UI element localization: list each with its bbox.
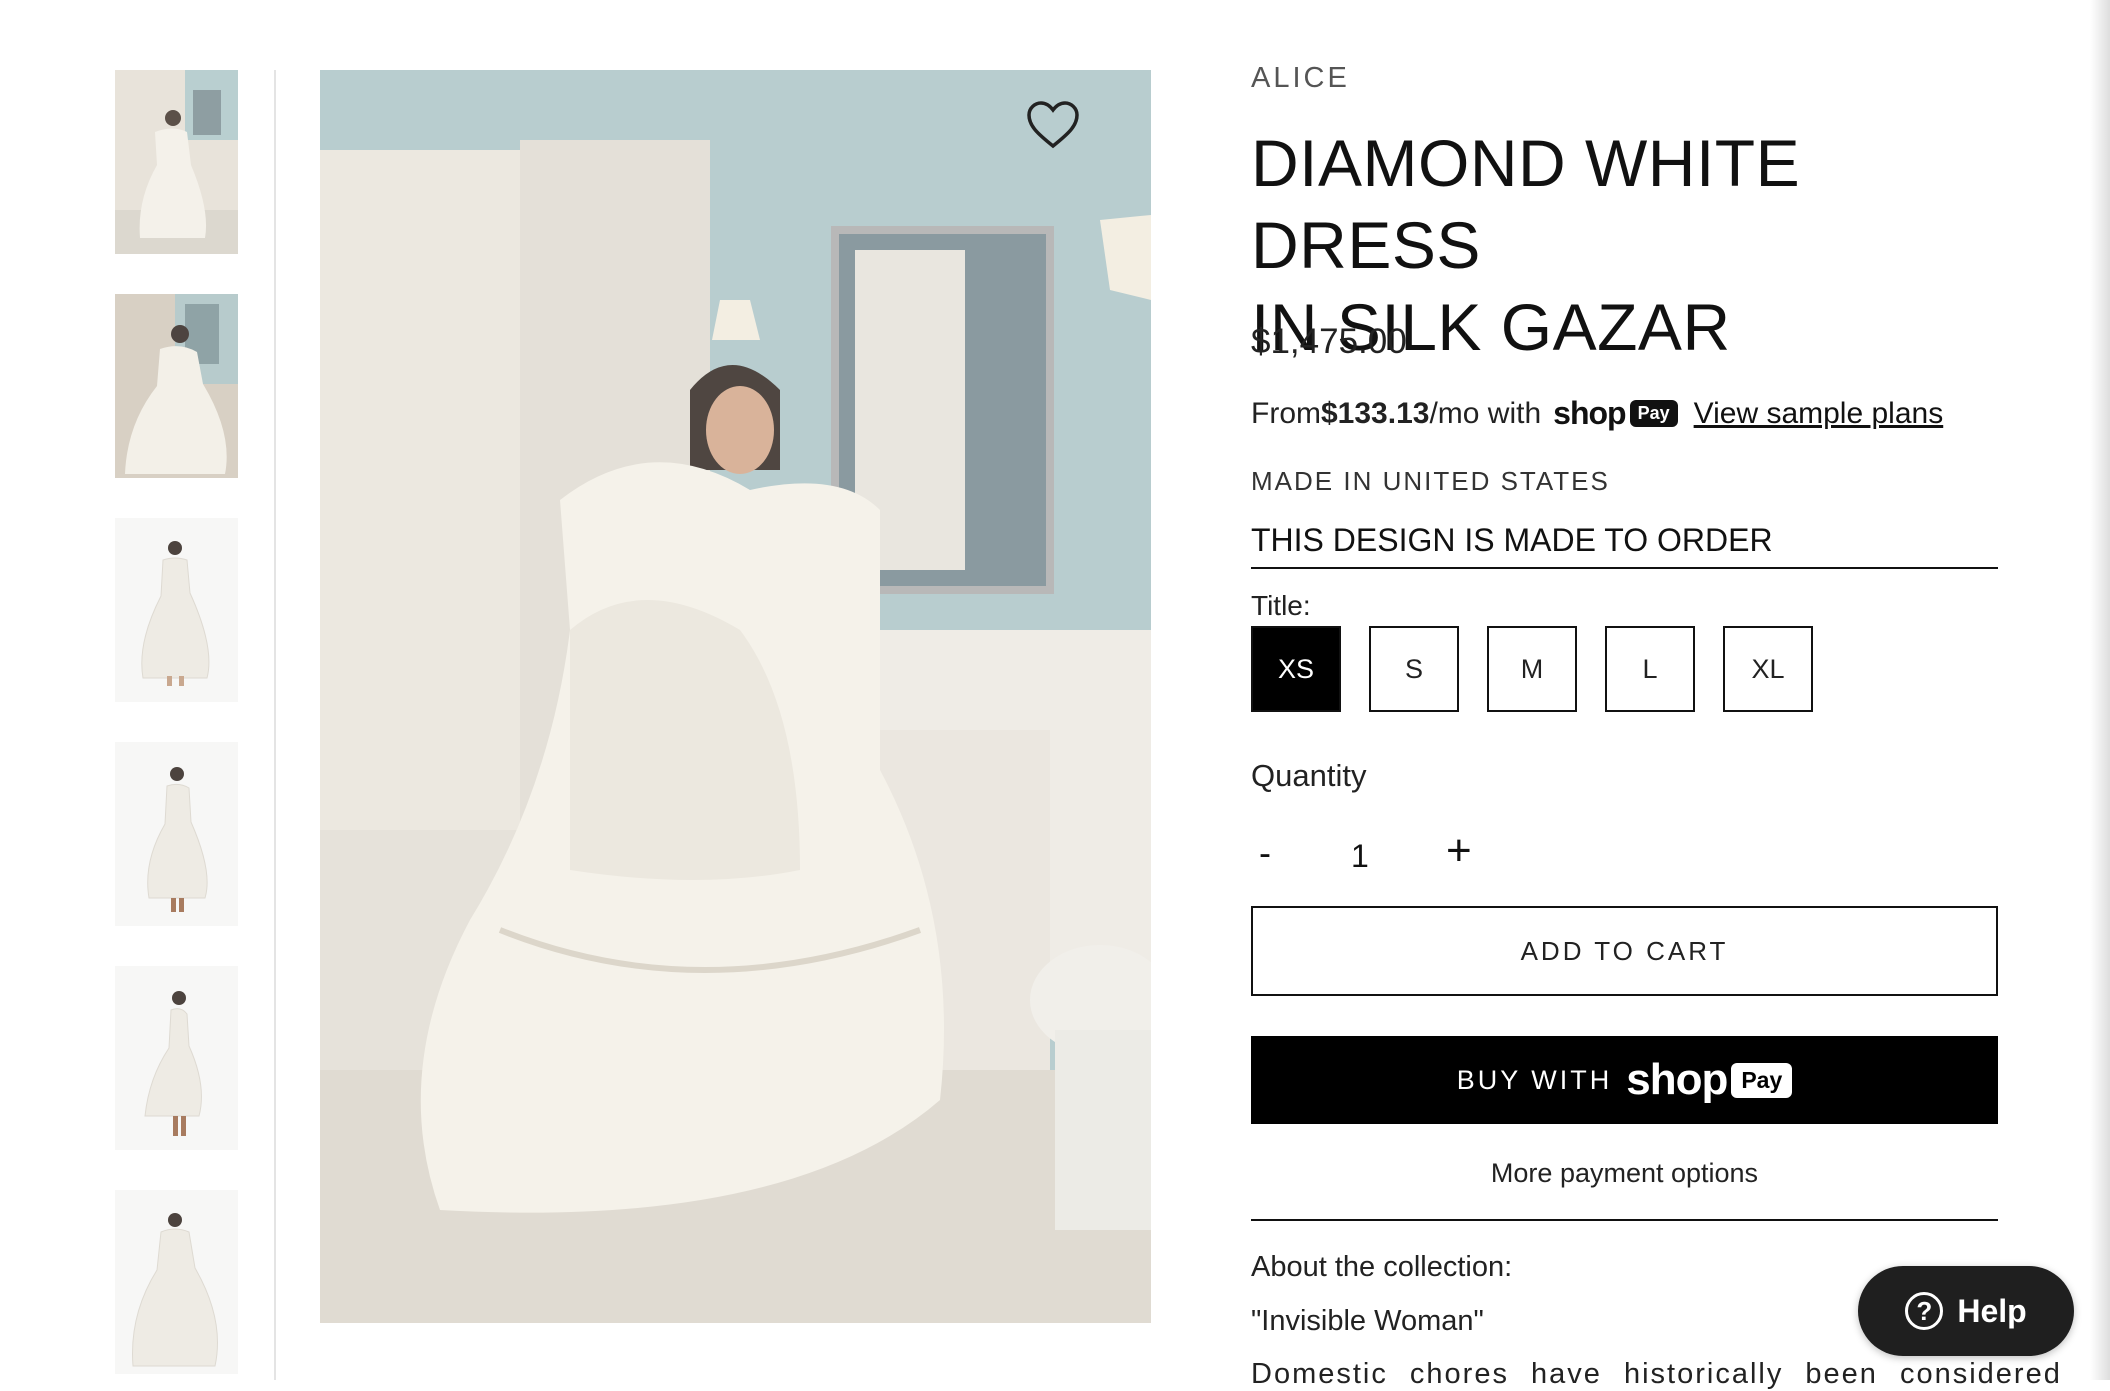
collection-quote: "Invisible Woman" (1251, 1305, 1484, 1337)
size-option-m[interactable]: M (1487, 626, 1577, 712)
help-button[interactable]: ? Help (1858, 1266, 2074, 1356)
about-collection-label: About the collection: (1251, 1251, 1513, 1283)
thumbnail-2[interactable] (115, 294, 238, 478)
installment-banner: From $133.13 /mo with shop Pay View samp… (1251, 395, 1943, 432)
shop-pay-logo: shop Pay (1553, 395, 1678, 432)
buy-with-label: BUY WITH (1456, 1064, 1613, 1095)
quantity-input[interactable]: 1 (1351, 838, 1369, 875)
quantity-stepper: - 1 + (1251, 826, 1481, 884)
pay-badge: Pay (1629, 400, 1678, 427)
quantity-increase-button[interactable]: + (1446, 826, 1472, 876)
size-option-xs[interactable]: XS (1251, 626, 1341, 712)
thumbnail-3[interactable] (115, 518, 238, 702)
made-to-order-notice: THIS DESIGN IS MADE TO ORDER (1251, 522, 1998, 569)
size-option-l[interactable]: L (1605, 626, 1695, 712)
size-option-label: Title: (1251, 590, 1311, 621)
made-in-label: MADE IN UNITED STATES (1251, 466, 1610, 496)
brand-name[interactable]: ALICE (1251, 62, 1350, 95)
main-product-image[interactable] (320, 70, 1151, 1323)
thumbnail-5[interactable] (115, 966, 238, 1150)
size-option-xl[interactable]: XL (1723, 626, 1813, 712)
heart-icon[interactable] (1026, 100, 1080, 150)
question-icon: ? (1905, 1292, 1944, 1330)
size-selector: XS S M L XL (1251, 626, 1813, 712)
installment-suffix: /mo with (1429, 396, 1542, 430)
installment-prefix: From (1251, 396, 1321, 430)
thumbnail-4[interactable] (115, 742, 238, 926)
pay-badge-button: Pay (1731, 1062, 1793, 1098)
quantity-decrease-button[interactable]: - (1259, 832, 1271, 874)
thumbnail-1[interactable] (115, 70, 238, 254)
product-photo (320, 70, 1151, 1323)
shop-wordmark-button: shop (1626, 1055, 1728, 1104)
installment-amount: $133.13 (1321, 396, 1430, 430)
product-price: $1,475.00 (1251, 322, 1407, 361)
gallery-divider (274, 70, 276, 1380)
collection-description: Domestic chores have historically been c… (1251, 1358, 2062, 1390)
shop-wordmark: shop (1553, 395, 1626, 431)
page-edge (2090, 0, 2110, 1380)
more-payment-options-link[interactable]: More payment options (1251, 1158, 1998, 1189)
quantity-label: Quantity (1251, 758, 1367, 793)
payment-divider (1251, 1219, 1998, 1221)
product-title-line1: DIAMOND WHITE DRESS (1251, 126, 1801, 282)
size-option-s[interactable]: S (1369, 626, 1459, 712)
add-to-cart-button[interactable]: ADD TO CART (1251, 906, 1998, 996)
buy-with-shop-pay-button[interactable]: BUY WITH shop Pay (1251, 1036, 1998, 1124)
thumbnail-6[interactable] (115, 1190, 238, 1374)
view-sample-plans-link[interactable]: View sample plans (1694, 397, 1944, 431)
help-label: Help (1957, 1292, 2027, 1329)
